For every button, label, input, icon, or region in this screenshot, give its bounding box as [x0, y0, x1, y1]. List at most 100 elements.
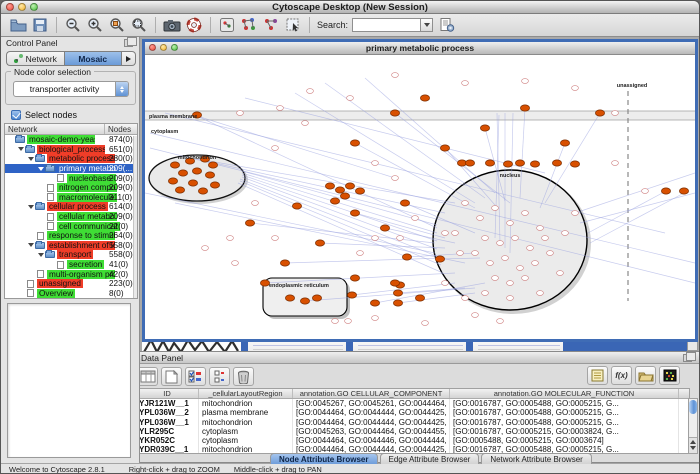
node-orange[interactable]	[325, 183, 334, 189]
node-small[interactable]	[412, 216, 419, 221]
node-small[interactable]	[542, 236, 549, 241]
network-canvas[interactable]: plasma membranecytoplasmmitochondrionnuc…	[145, 55, 695, 339]
window-titlebar[interactable]: Cytoscape Desktop (New Session)	[1, 1, 699, 14]
node-small[interactable]	[462, 201, 469, 206]
table-row-yjr121w__1[interactable]: YJR121W__1mitochondrion[GO:0045267, GO:0…	[136, 399, 689, 408]
tree-row-biological-process[interactable]: biological_process651(0)	[5, 145, 137, 155]
node-orange[interactable]	[192, 168, 201, 174]
tree-row-cellular-process[interactable]: cellular process614(0)	[5, 202, 137, 212]
node-orange[interactable]	[340, 193, 349, 199]
network-table-icon[interactable]	[216, 15, 238, 35]
node-small[interactable]	[462, 81, 469, 86]
expander-icon[interactable]	[18, 147, 24, 151]
table-cell[interactable]: [GO:0016787, GO:0005488, GO:0005215, G..…	[450, 418, 679, 427]
table-cell[interactable]: YPL036W__1	[136, 418, 199, 427]
node-orange[interactable]	[245, 220, 254, 226]
column-header-id[interactable]: ID	[136, 389, 199, 398]
tab-network-attribute-browser[interactable]: Network Attribute Browser	[481, 453, 591, 464]
node-small[interactable]	[472, 313, 479, 318]
tree-row-secretion[interactable]: secretion41(0)	[5, 260, 137, 270]
table-cell[interactable]: [GO:0016787, GO:0005488, GO:0005215, G..…	[450, 408, 679, 417]
node-orange[interactable]	[520, 105, 529, 111]
node-orange[interactable]	[280, 260, 289, 266]
node-small[interactable]	[422, 321, 429, 326]
import-attributes-icon[interactable]	[635, 366, 656, 385]
node-small[interactable]	[562, 231, 569, 236]
minimize-window-button[interactable]	[18, 3, 26, 11]
network-window-titlebar[interactable]: primary metabolic process	[145, 42, 695, 55]
node-small[interactable]	[462, 296, 469, 301]
node-orange[interactable]	[595, 110, 604, 116]
close-view-button[interactable]	[149, 44, 156, 51]
column-header-network[interactable]: Network	[5, 124, 105, 134]
node-small[interactable]	[532, 261, 539, 266]
tab-edge-attribute-browser[interactable]: Edge Attribute Browser	[380, 453, 480, 464]
float-panel-icon[interactable]	[124, 39, 133, 47]
node-orange[interactable]	[330, 198, 339, 204]
zoom-in-icon[interactable]	[84, 15, 106, 35]
node-orange[interactable]	[345, 183, 354, 189]
table-scrollbar[interactable]	[688, 398, 698, 454]
node-small[interactable]	[517, 266, 524, 271]
node-small[interactable]	[612, 111, 619, 116]
tree-row-transport[interactable]: transport558(0)	[5, 250, 137, 260]
node-small[interactable]	[392, 73, 399, 78]
notes-icon[interactable]	[587, 366, 608, 385]
node-orange[interactable]	[292, 203, 301, 209]
node-orange[interactable]	[208, 162, 217, 168]
node-small[interactable]	[557, 271, 564, 276]
table-cell[interactable]: YKR052C	[136, 436, 199, 445]
node-small[interactable]	[512, 236, 519, 241]
node-orange[interactable]	[390, 110, 399, 116]
table-cell[interactable]: [GO:0045263, GO:0044464, GO:0044455, G..…	[293, 427, 450, 436]
node-color-dropdown[interactable]: transporter activity	[13, 81, 129, 97]
vizmapper-icon[interactable]	[238, 15, 260, 35]
node-small[interactable]	[507, 281, 514, 286]
delete-attribute-icon[interactable]	[233, 367, 254, 386]
minimize-view-button[interactable]	[160, 44, 167, 51]
node-small[interactable]	[477, 216, 484, 221]
matrix-view-icon[interactable]	[659, 366, 680, 385]
node-orange[interactable]	[485, 160, 494, 166]
node-orange[interactable]	[168, 178, 177, 184]
node-small[interactable]	[372, 316, 379, 321]
tree-row-nucleobase-[interactable]: nucleobase-209(0)	[5, 173, 137, 183]
node-small[interactable]	[572, 86, 579, 91]
node-orange[interactable]	[188, 180, 197, 186]
birdseye-view[interactable]	[7, 303, 131, 458]
column-header-nodes[interactable]: Nodes	[105, 124, 131, 134]
node-orange[interactable]	[465, 160, 474, 166]
node-small[interactable]	[277, 106, 284, 111]
table-row-ylr295c[interactable]: YLR295Ccytoplasm[GO:0045263, GO:0044464,…	[136, 427, 689, 436]
node-orange[interactable]	[480, 125, 489, 131]
node-orange[interactable]	[300, 298, 309, 304]
node-orange[interactable]	[335, 187, 344, 193]
node-small[interactable]	[507, 221, 514, 226]
annotation-icon[interactable]	[260, 15, 282, 35]
expander-icon[interactable]	[38, 253, 44, 257]
node-small[interactable]	[522, 79, 529, 84]
node-small[interactable]	[502, 256, 509, 261]
node-orange[interactable]	[400, 200, 409, 206]
zoom-selected-icon[interactable]	[106, 15, 128, 35]
attribute-select-icon[interactable]	[137, 367, 158, 386]
table-cell[interactable]: [GO:0044464, GO:0044446, GO:0044444, G..…	[293, 436, 450, 445]
node-orange[interactable]	[350, 210, 359, 216]
edge[interactable]	[320, 243, 445, 248]
tree-row-response-to-stimul[interactable]: response to stimul264(0)	[5, 231, 137, 241]
scrollbar-arrows[interactable]	[689, 437, 697, 453]
node-small[interactable]	[397, 236, 404, 241]
edge[interactable]	[245, 98, 545, 173]
zoom-fit-icon[interactable]	[128, 15, 150, 35]
node-orange[interactable]	[380, 225, 389, 231]
edge[interactable]	[545, 113, 600, 203]
column-header-annotation-go-cellular-component[interactable]: annotation.GO CELLULAR_COMPONENT	[293, 389, 450, 398]
node-small[interactable]	[302, 121, 309, 126]
expander-icon[interactable]	[28, 243, 34, 247]
node-small[interactable]	[237, 111, 244, 116]
node-orange[interactable]	[355, 188, 364, 194]
node-small[interactable]	[482, 236, 489, 241]
node-orange[interactable]	[661, 188, 670, 194]
node-small[interactable]	[492, 206, 499, 211]
table-cell[interactable]: mitochondrion	[199, 399, 293, 408]
